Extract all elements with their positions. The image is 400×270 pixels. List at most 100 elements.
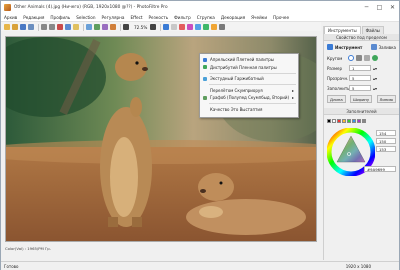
heart-icon[interactable]	[179, 24, 186, 30]
color-swatch[interactable]	[352, 119, 356, 123]
color-swatch[interactable]	[342, 119, 346, 123]
hex-field[interactable]: #9A9699	[364, 166, 396, 172]
new-icon[interactable]	[4, 24, 10, 30]
panel-tabs: Инструменты Файлы	[324, 26, 399, 34]
menu-sharpen[interactable]: Резкость	[149, 15, 169, 20]
menu-edit[interactable]: Редакция	[23, 15, 44, 20]
minimize-button[interactable]: ─	[360, 1, 373, 13]
menu-adjust[interactable]: Регулярна	[102, 15, 125, 20]
panel-buttons: Длина Ширину Линию	[324, 95, 399, 103]
context-menu-item[interactable]: Перелётом Скумприоруя ▸	[200, 87, 298, 95]
menu-filter[interactable]: Фильтр	[174, 15, 191, 20]
status-text: Готово	[4, 263, 19, 269]
shape-label: Кругом	[327, 55, 343, 61]
fit-icon[interactable]	[163, 24, 170, 30]
blank-icon	[203, 107, 207, 111]
tab-tools[interactable]: Инструменты	[324, 26, 361, 34]
stepper-icon[interactable]: ▴▾	[373, 86, 377, 91]
brush-icon[interactable]	[195, 24, 202, 30]
cut-icon[interactable]	[57, 24, 63, 30]
color-swatch[interactable]	[337, 119, 341, 123]
fill-icon	[370, 44, 377, 50]
context-menu-item[interactable]: Экстудный Гаржибатный	[200, 75, 298, 83]
angle-field[interactable]: 5	[349, 85, 371, 91]
gradient-icon	[203, 76, 207, 81]
status-bar: Готово 1920 x 1080	[1, 261, 399, 270]
context-menu-item[interactable]: Дистрибутий Пленная палитры	[200, 64, 298, 72]
length-button[interactable]: Длина	[327, 95, 346, 103]
opacity-field[interactable]: 5	[349, 75, 371, 81]
tab-files[interactable]: Файлы	[361, 26, 384, 34]
swatches-row	[324, 117, 399, 125]
crop-icon[interactable]	[94, 24, 100, 30]
filter-icon[interactable]	[211, 24, 218, 30]
color-swatch[interactable]	[332, 119, 336, 123]
window-title: Other Animals (4).jpg (Ничего) (RGB, 192…	[14, 4, 168, 10]
pen-shape-icon[interactable]	[364, 55, 371, 61]
color-swatch[interactable]	[327, 119, 331, 123]
green-shape-icon[interactable]	[372, 55, 379, 61]
panel-title: Свойство под пределом	[324, 34, 399, 41]
blue-field[interactable]: 153	[376, 146, 396, 152]
context-menu-item[interactable]: Графоб (Полупед Скумпбыд, Вторий) ▸	[200, 94, 298, 102]
save-icon[interactable]	[20, 24, 26, 30]
flip-icon[interactable]	[110, 24, 116, 30]
red-field[interactable]: 154	[376, 130, 396, 136]
paste-icon[interactable]	[73, 24, 79, 30]
open-icon[interactable]	[12, 24, 18, 30]
title-bar: Other Animals (4).jpg (Ничего) (RGB, 192…	[1, 1, 399, 13]
stepper-icon[interactable]: ▴▾	[373, 76, 377, 81]
menu-profile[interactable]: Профиль	[50, 15, 70, 20]
close-button[interactable]: ✕	[386, 1, 399, 13]
submenu-arrow-icon: ▸	[291, 95, 294, 101]
shape-row: Кругом	[324, 54, 399, 62]
size-row: Размер 1 ▴▾	[324, 64, 399, 72]
zoom-level[interactable]: 72.5%	[134, 25, 147, 30]
resize-icon[interactable]	[86, 24, 92, 30]
menu-decoration[interactable]: Декорация	[221, 15, 245, 20]
app-window: Other Animals (4).jpg (Ничего) (RGB, 192…	[0, 0, 400, 270]
menu-selection[interactable]: Selection	[76, 15, 95, 20]
effect-icon[interactable]	[203, 24, 210, 30]
menu-group[interactable]: Сгрупка	[197, 15, 215, 20]
menu-bar: Архив Редакция Профиль Selection Регуляр…	[1, 13, 399, 22]
grid-icon[interactable]	[171, 24, 178, 30]
square-shape-icon[interactable]	[356, 55, 363, 61]
menu-file[interactable]: Архив	[4, 15, 17, 20]
menu-separator	[209, 72, 296, 74]
color-swatch[interactable]	[357, 119, 361, 123]
size-label: Размер	[327, 65, 343, 71]
color-swatch[interactable]	[362, 119, 366, 123]
tool-value[interactable]: Заливка	[379, 45, 396, 50]
angle-label: Заполнить	[327, 85, 350, 91]
opacity-row: Прозрачн. 5 ▴▾	[324, 74, 399, 82]
zoom-out-icon[interactable]	[123, 24, 129, 30]
zoom-in-icon[interactable]	[150, 24, 157, 30]
color-swatch[interactable]	[347, 119, 351, 123]
paint-icon[interactable]	[187, 24, 194, 30]
menu-effect[interactable]: Effect	[130, 15, 142, 20]
app-icon	[4, 3, 11, 11]
line-button[interactable]: Линию	[376, 95, 396, 103]
context-menu-item[interactable]: Апрельский Плетней палитры	[200, 56, 298, 64]
settings-icon[interactable]	[219, 24, 226, 30]
maximize-button[interactable]: □	[373, 1, 386, 13]
toolbar-divider	[160, 23, 162, 31]
redo-icon[interactable]	[49, 24, 55, 30]
image-size-text: 1920 x 1080	[345, 263, 371, 269]
size-field[interactable]: 1	[349, 65, 371, 71]
menu-other[interactable]: Прочее	[273, 15, 289, 20]
context-menu-item[interactable]: Качество Это Выстаптия	[200, 106, 298, 114]
green-field[interactable]: 150	[376, 138, 396, 144]
palette-icon	[203, 57, 207, 62]
print-icon[interactable]	[28, 24, 34, 30]
stepper-icon[interactable]: ▴▾	[373, 66, 377, 71]
circle-shape-icon[interactable]	[348, 55, 355, 61]
rotate-icon[interactable]	[102, 24, 108, 30]
rgb-fields: 154 150 153	[376, 130, 396, 154]
submenu-arrow-icon: ▸	[291, 87, 294, 93]
menu-cells[interactable]: Ячейки	[251, 15, 267, 20]
copy-icon[interactable]	[65, 24, 71, 30]
undo-icon[interactable]	[41, 24, 47, 30]
width-button[interactable]: Ширину	[350, 95, 373, 103]
